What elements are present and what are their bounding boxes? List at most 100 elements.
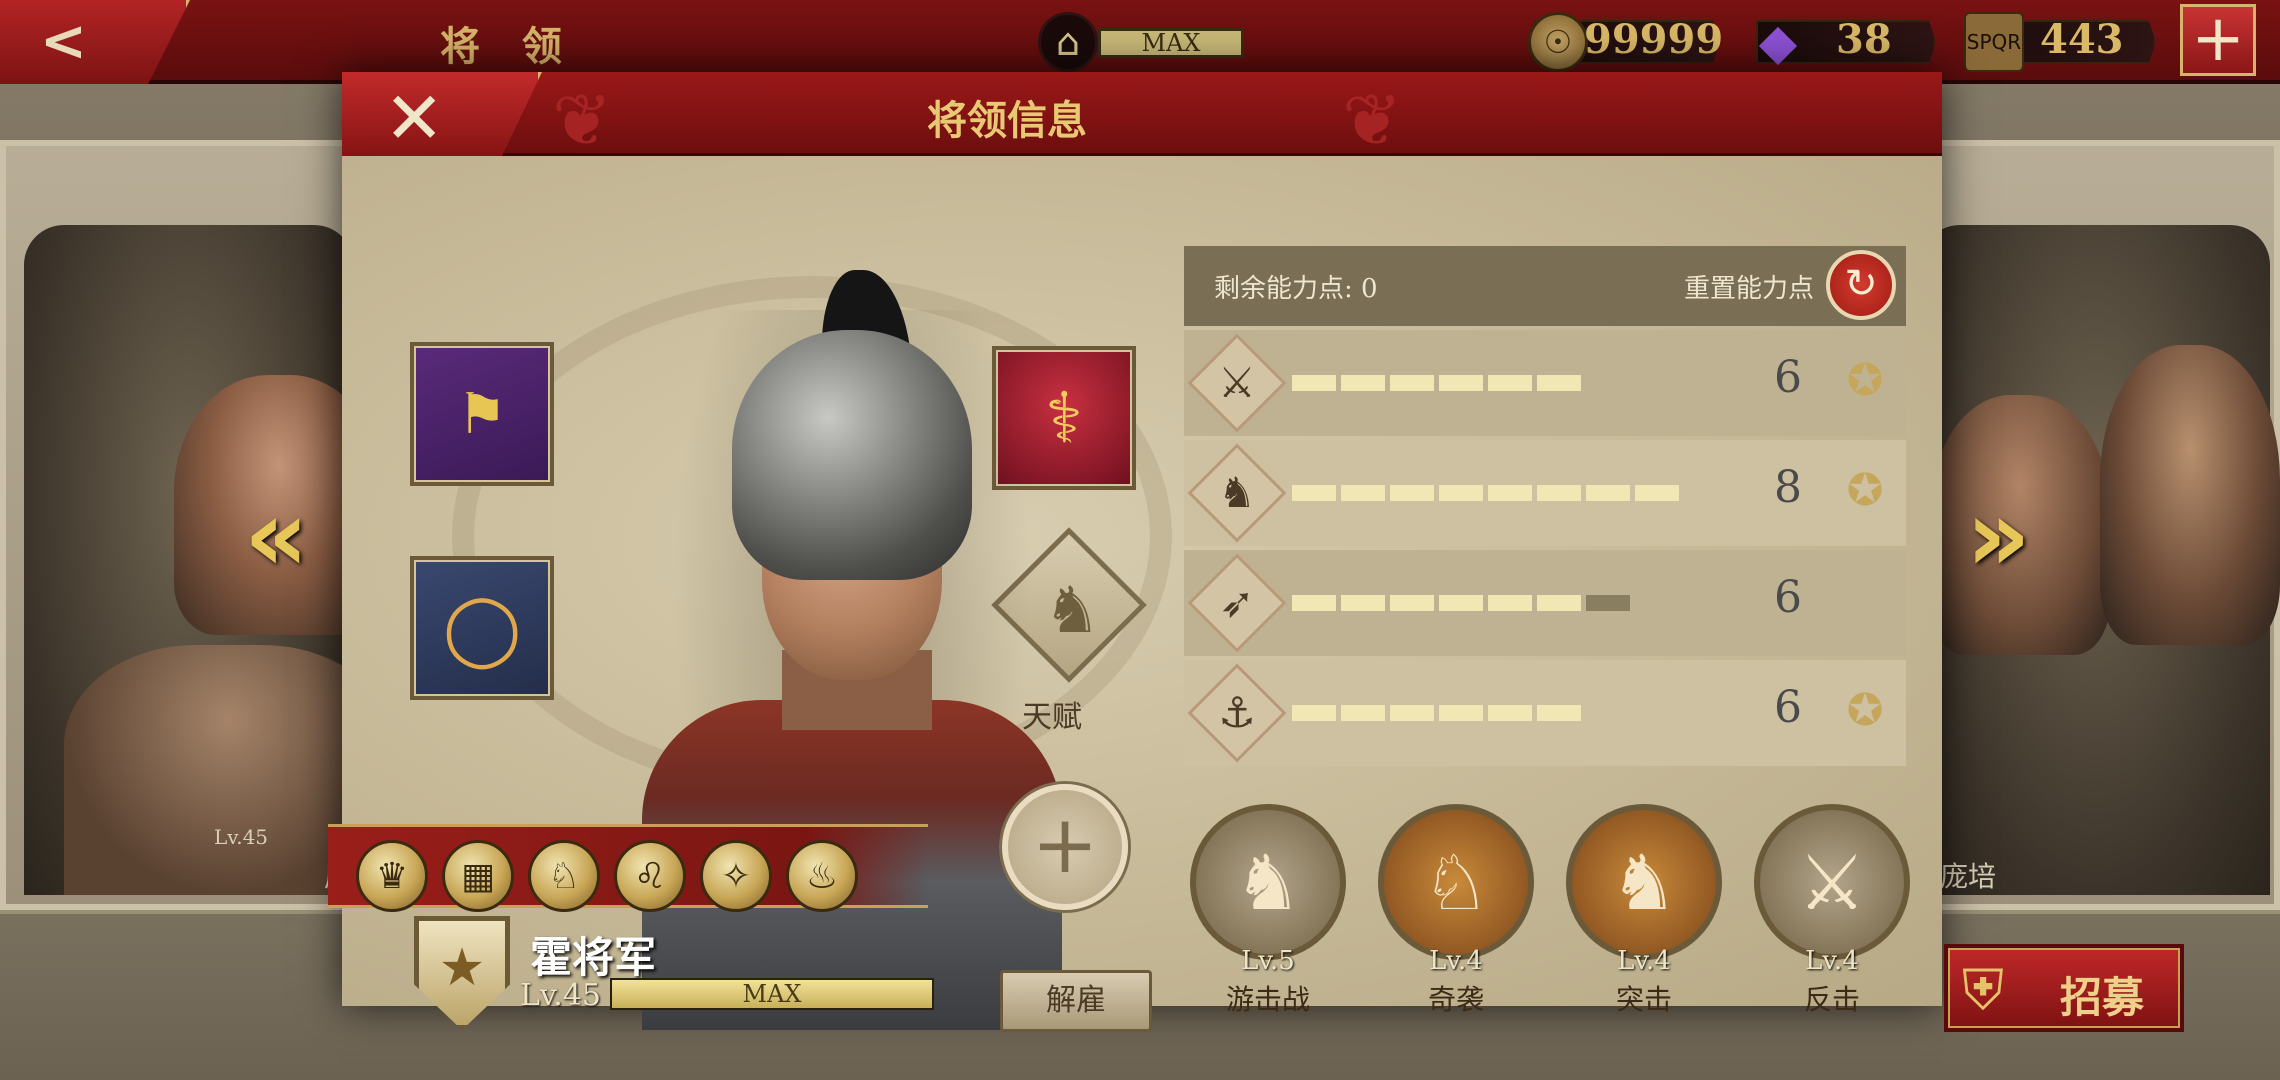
xp-label: MAX xyxy=(742,980,802,1008)
stat-value: 6 xyxy=(1774,682,1802,733)
page-title: 将 领 xyxy=(440,23,576,70)
back-arrow-icon: < xyxy=(40,9,87,74)
tactic-level: Lv.4 xyxy=(1617,946,1671,976)
rank-star-icon: ★ xyxy=(438,938,486,998)
stat-value: 6 xyxy=(1774,572,1802,623)
hero-helmet xyxy=(732,330,972,580)
stat-segment-filled xyxy=(1341,485,1385,501)
laurel-star-badge-icon: ✪ xyxy=(1846,465,1884,516)
tactic-3-icon[interactable]: ♞ xyxy=(1566,804,1722,960)
stat-segment-filled xyxy=(1341,705,1385,721)
tactic-name: 奇袭 xyxy=(1427,983,1484,1016)
recruit-button[interactable]: ⛨ 招募 xyxy=(1944,944,2184,1032)
stat-segment-filled xyxy=(1635,485,1679,501)
stat-segment-filled xyxy=(1292,375,1336,391)
spartan-helmet-icon: ⛨ xyxy=(1962,958,2004,1023)
stat-value: 8 xyxy=(1774,462,1802,513)
legion-banner-icon: ⚑ xyxy=(456,381,508,447)
stat-segment-filled xyxy=(1537,595,1581,611)
dialog-title: 将领信息 xyxy=(927,97,1087,144)
next-general-arrow-icon[interactable]: » xyxy=(1966,486,2036,586)
bow-icon: ➶ xyxy=(1219,578,1255,627)
gems-value: 38 xyxy=(1836,16,1892,63)
stat-segment-filled xyxy=(1439,375,1483,391)
laurel-star-badge-icon: ✪ xyxy=(1846,355,1884,406)
hero-name: 霍将军 xyxy=(530,933,657,982)
prev-general-level: Lv.45 xyxy=(214,825,269,849)
tactic-name: 反击 xyxy=(1803,983,1860,1016)
tactic-name: 游击战 xyxy=(1225,983,1310,1016)
stat-segment-filled xyxy=(1439,595,1483,611)
equipment-banner-slot[interactable]: ⚑ xyxy=(410,342,554,486)
building-level-bar: MAX xyxy=(1098,28,1244,58)
tactic-level: Lv.5 xyxy=(1241,946,1295,976)
stat-segment-filled xyxy=(1488,485,1532,501)
stat-segment-filled xyxy=(1292,485,1336,501)
stat-segment-filled xyxy=(1292,595,1336,611)
close-icon: ✕ xyxy=(384,76,445,160)
anchor-icon: ⚓ xyxy=(1218,688,1256,737)
building-icon: ⌂ xyxy=(1038,12,1098,72)
stat-segment-filled xyxy=(1390,705,1434,721)
fire-skill-icon[interactable]: ♨ xyxy=(786,840,858,912)
dialog-header: ❦ ❦ 将领信息 ✕ xyxy=(342,72,1942,162)
stat-segment-filled xyxy=(1439,705,1483,721)
horse-icon: ♞ xyxy=(1218,468,1256,517)
stat-segment-filled xyxy=(1586,485,1630,501)
gem-icon: ◆ xyxy=(1758,13,1798,71)
tactic-4-icon[interactable]: ⚔ xyxy=(1754,804,1910,960)
equipment-wreath-slot[interactable]: ◯ xyxy=(410,556,554,700)
back-button[interactable]: < xyxy=(0,0,190,84)
stat-segment-filled xyxy=(1390,595,1434,611)
stat-segment-filled xyxy=(1341,595,1385,611)
spqr-icon: SPQR xyxy=(1964,12,2024,72)
stat-segment-filled xyxy=(1537,485,1581,501)
tokens-value: 443 xyxy=(2040,16,2124,63)
sword-icon: ⚔ xyxy=(1218,358,1256,407)
stat-row-navy: ⚓ 6 ✪ xyxy=(1184,660,1906,766)
stat-segment-empty xyxy=(1586,595,1630,611)
tactic-level: Lv.4 xyxy=(1805,946,1859,976)
tactic-1-icon[interactable]: ♞ xyxy=(1190,804,1346,960)
stat-segment-filled xyxy=(1390,375,1434,391)
cavalry-skill-icon[interactable]: ♘ xyxy=(528,840,600,912)
target-skill-icon[interactable]: ✧ xyxy=(700,840,772,912)
eagle-skill-icon[interactable]: ♛ xyxy=(356,840,428,912)
dialog-body: ⚑ ◯ ⚕ ♞ 天赋 ♛ ▦ ♘ ♌ ✧ ♨ + ★ 霍将军 Lv.45 MAX… xyxy=(328,156,1942,1032)
xp-bar: MAX xyxy=(610,978,934,1010)
tactic-name: 突击 xyxy=(1615,983,1672,1016)
general-info-dialog: ❦ ❦ 将领信息 ✕ ⚑ ◯ ⚕ ♞ 天赋 ♛ ▦ ♘ ♌ ✧ ♨ + ★ 霍将… xyxy=(328,72,1942,1032)
stat-segment-filled xyxy=(1537,705,1581,721)
reset-points-label: 重置能力点 xyxy=(1684,274,1815,304)
reset-points-button[interactable]: ↻ xyxy=(1826,250,1896,320)
stat-segment-filled xyxy=(1439,485,1483,501)
laurel-wreath-icon: ◯ xyxy=(442,587,522,669)
add-resource-button[interactable]: + xyxy=(2180,4,2256,76)
tactic-2-icon[interactable]: ♘ xyxy=(1378,804,1534,960)
dismiss-button[interactable]: 解雇 xyxy=(1000,970,1152,1032)
coins-value: 99999 xyxy=(1584,16,1724,63)
stat-row-infantry: ⚔ 6 ✪ xyxy=(1184,330,1906,436)
add-skill-button[interactable]: + xyxy=(1002,784,1128,910)
recruit-label: 招募 xyxy=(2060,973,2145,1022)
laurel-star-badge-icon: ✪ xyxy=(1846,685,1884,736)
stat-value: 6 xyxy=(1774,352,1802,403)
formation-skill-icon[interactable]: ▦ xyxy=(442,840,514,912)
remaining-points-label: 剩余能力点: 0 xyxy=(1214,274,1378,304)
ability-points-header: 剩余能力点: 0 重置能力点 ↻ xyxy=(1184,246,1906,326)
stat-segment-filled xyxy=(1292,705,1336,721)
stat-segment-filled xyxy=(1488,595,1532,611)
coin-icon: ☉ xyxy=(1528,12,1588,72)
stat-row-cavalry: ♞ 8 ✪ xyxy=(1184,440,1906,546)
stat-segment-filled xyxy=(1488,705,1532,721)
stat-segment-filled xyxy=(1390,485,1434,501)
prev-general-arrow-icon[interactable]: « xyxy=(244,486,314,586)
next-general-2-portrait xyxy=(2100,345,2280,645)
stat-segment-filled xyxy=(1488,375,1532,391)
lion-skill-icon[interactable]: ♌ xyxy=(614,840,686,912)
hero-level: Lv.45 xyxy=(520,978,602,1013)
stat-segment-filled xyxy=(1537,375,1581,391)
next-general-name: 庞培 xyxy=(1940,860,1997,893)
tactic-level: Lv.4 xyxy=(1429,946,1483,976)
stat-row-archery: ➶ 6 xyxy=(1184,550,1906,656)
